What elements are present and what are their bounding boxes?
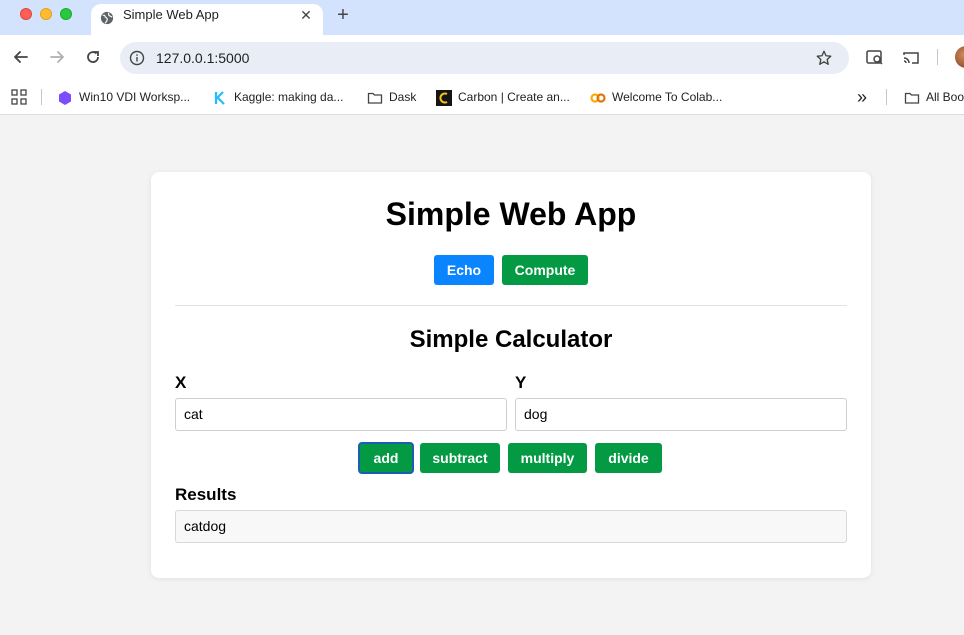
page-title: Simple Web App xyxy=(385,196,637,232)
tab-title: Simple Web App xyxy=(123,7,219,22)
bookmark-label: Carbon | Create an... xyxy=(458,90,570,104)
globe-icon xyxy=(100,11,114,25)
results-label: Results xyxy=(175,485,237,504)
close-tab-icon[interactable]: ✕ xyxy=(299,8,313,22)
multiply-button[interactable]: multiply xyxy=(508,443,587,473)
bookmark-label: Dask xyxy=(389,90,417,104)
folder-icon xyxy=(904,92,920,104)
section-divider xyxy=(175,305,847,306)
new-tab-icon[interactable]: + xyxy=(334,5,352,25)
bookmarks-bar: Win10 VDI Worksp... Kaggle: making da...… xyxy=(0,80,964,115)
folder-icon xyxy=(367,92,383,104)
app-card: Simple Web App Echo Compute Simple Calcu… xyxy=(151,172,871,578)
browser-toolbar: 127.0.0.1:5000 xyxy=(0,35,964,80)
bookmarks-divider xyxy=(886,89,887,105)
url-text[interactable]: 127.0.0.1:5000 xyxy=(156,51,249,65)
reload-icon[interactable] xyxy=(83,47,103,67)
carbon-icon xyxy=(436,89,452,106)
lens-search-icon[interactable] xyxy=(865,48,885,68)
close-window-button[interactable] xyxy=(20,8,32,20)
bookmark-label: Kaggle: making da... xyxy=(234,90,344,104)
divide-button[interactable]: divide xyxy=(595,443,662,473)
x-label: X xyxy=(175,373,187,392)
echo-button[interactable]: Echo xyxy=(434,255,494,285)
bookmark-kaggle[interactable]: Kaggle: making da... xyxy=(212,87,343,107)
minimize-window-button[interactable] xyxy=(40,8,52,20)
all-bookmarks-label: All Boo xyxy=(926,90,964,104)
subtract-button[interactable]: subtract xyxy=(420,443,500,473)
results-output: catdog xyxy=(175,510,847,543)
hexagon-icon xyxy=(59,90,71,105)
site-info-icon[interactable] xyxy=(129,50,145,66)
apps-grid-icon[interactable] xyxy=(11,89,27,105)
colab-icon xyxy=(590,93,606,103)
bookmark-label: Welcome To Colab... xyxy=(612,90,723,104)
x-input[interactable]: cat xyxy=(175,398,507,431)
cast-icon[interactable] xyxy=(901,48,921,68)
back-arrow-icon[interactable] xyxy=(11,47,31,67)
bookmark-carbon[interactable]: Carbon | Create an... xyxy=(436,87,570,107)
y-label: Y xyxy=(515,373,527,392)
y-input[interactable]: dog xyxy=(515,398,847,431)
bookmark-star-icon[interactable] xyxy=(815,49,833,67)
browser-tab[interactable]: Simple Web App ✕ xyxy=(91,4,323,35)
bookmarks-divider xyxy=(41,89,42,105)
bookmark-win10-vdi[interactable]: Win10 VDI Worksp... xyxy=(57,87,190,107)
kaggle-icon xyxy=(214,91,225,105)
profile-avatar[interactable] xyxy=(955,46,964,68)
toolbar-divider xyxy=(937,49,938,65)
forward-arrow-icon[interactable] xyxy=(47,47,67,67)
all-bookmarks[interactable]: All Boo xyxy=(904,87,964,107)
zoom-window-button[interactable] xyxy=(60,8,72,20)
bookmark-dask[interactable]: Dask xyxy=(367,87,416,107)
calculator-title: Simple Calculator xyxy=(409,326,613,353)
bookmark-label: Win10 VDI Worksp... xyxy=(79,90,191,104)
bookmarks-overflow-icon[interactable]: » xyxy=(857,87,867,107)
bookmark-colab[interactable]: Welcome To Colab... xyxy=(590,87,722,107)
add-button[interactable]: add xyxy=(358,442,414,474)
tab-bar: Simple Web App ✕ + xyxy=(0,0,964,35)
compute-button[interactable]: Compute xyxy=(502,255,588,285)
address-bar[interactable]: 127.0.0.1:5000 xyxy=(120,42,849,74)
